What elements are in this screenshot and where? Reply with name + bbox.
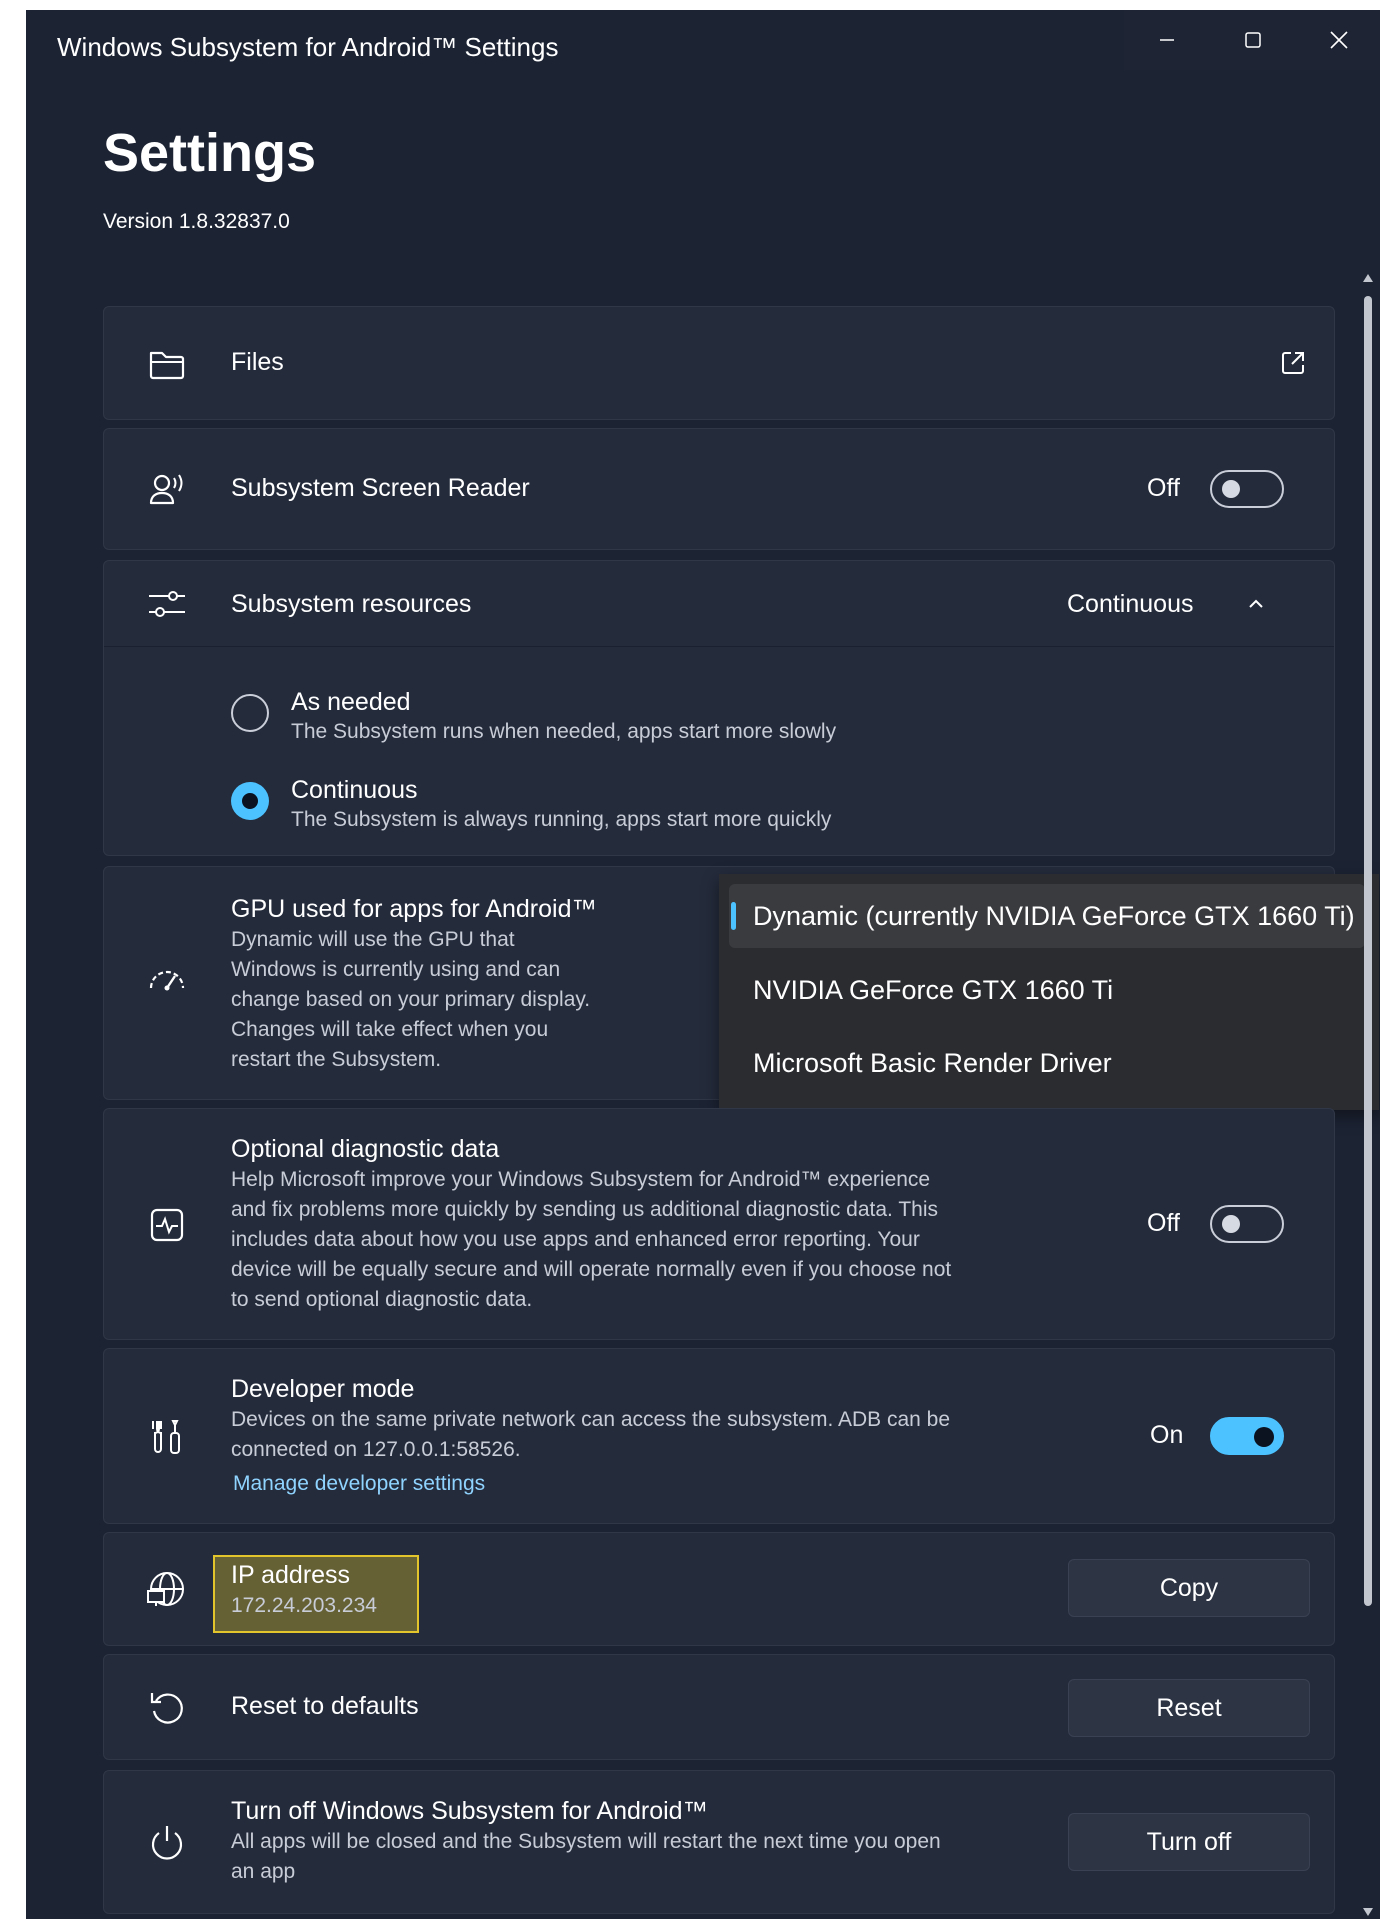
title-bar: Windows Subsystem for Android™ Settings xyxy=(26,10,1380,80)
resources-header[interactable]: Subsystem resources Continuous xyxy=(104,561,1334,647)
chevron-up-icon[interactable] xyxy=(1246,594,1266,614)
files-label: Files xyxy=(231,348,284,376)
gpu-dropdown-menu: Dynamic (currently NVIDIA GeForce GTX 16… xyxy=(719,874,1379,1110)
reset-card: Reset to defaults Reset xyxy=(103,1654,1335,1760)
vertical-scrollbar[interactable] xyxy=(1361,270,1375,1919)
window-controls xyxy=(1124,10,1380,70)
ip-card: IP address 172.24.203.234 Copy xyxy=(103,1532,1335,1646)
close-button[interactable] xyxy=(1296,10,1380,70)
resources-card: Subsystem resources Continuous As needed… xyxy=(103,560,1335,856)
diagnostics-state: Off xyxy=(1147,1209,1180,1237)
copy-button[interactable]: Copy xyxy=(1068,1559,1310,1617)
maximize-button[interactable] xyxy=(1210,10,1296,70)
screen-reader-toggle[interactable] xyxy=(1210,470,1284,508)
resources-value: Continuous xyxy=(1067,590,1194,618)
globe-network-icon xyxy=(147,1569,187,1609)
radio-title: As needed xyxy=(291,688,411,716)
gpu-option-gtx-1660[interactable]: NVIDIA GeForce GTX 1660 Ti xyxy=(729,958,1365,1022)
gpu-option-basic-render[interactable]: Microsoft Basic Render Driver xyxy=(729,1031,1365,1095)
developer-state: On xyxy=(1150,1421,1184,1449)
screen-reader-label: Subsystem Screen Reader xyxy=(231,474,530,502)
screen-reader-state: Off xyxy=(1147,474,1180,502)
turn-off-card: Turn off Windows Subsystem for Android™ … xyxy=(103,1770,1335,1914)
scroll-up-arrow-icon[interactable] xyxy=(1361,270,1375,286)
turn-off-label: Turn off Windows Subsystem for Android™ xyxy=(231,1797,708,1825)
resources-label: Subsystem resources xyxy=(231,590,472,618)
gpu-card: GPU used for apps for Android™ Dynamic w… xyxy=(103,866,1379,1110)
minimize-button[interactable] xyxy=(1124,10,1210,70)
tools-icon xyxy=(147,1417,187,1457)
developer-card: Developer mode Devices on the same priva… xyxy=(103,1348,1335,1524)
turn-off-description: All apps will be closed and the Subsyste… xyxy=(231,1830,941,1883)
screen-reader-card: Subsystem Screen Reader Off xyxy=(103,428,1335,550)
open-external-icon[interactable] xyxy=(1278,348,1308,378)
radio-description: The Subsystem is always running, apps st… xyxy=(291,808,832,831)
close-icon xyxy=(1330,31,1348,49)
minimize-icon xyxy=(1160,39,1174,41)
radio-title: Continuous xyxy=(291,776,418,804)
scrollbar-thumb[interactable] xyxy=(1364,296,1372,1606)
files-card[interactable]: Files xyxy=(103,306,1335,420)
radio-description: The Subsystem runs when needed, apps sta… xyxy=(291,720,837,743)
reset-icon xyxy=(147,1688,187,1728)
diagnostics-label: Optional diagnostic data xyxy=(231,1135,500,1163)
folder-icon xyxy=(147,344,187,384)
gpu-option-dynamic[interactable]: Dynamic (currently NVIDIA GeForce GTX 16… xyxy=(729,884,1365,948)
diagnostics-toggle[interactable] xyxy=(1210,1205,1284,1243)
activity-icon xyxy=(147,1205,187,1245)
gpu-label: GPU used for apps for Android™ xyxy=(231,895,597,923)
settings-window: Windows Subsystem for Android™ Settings … xyxy=(26,10,1380,1919)
diagnostics-description: Help Microsoft improve your Windows Subs… xyxy=(231,1168,952,1311)
gauge-icon xyxy=(147,964,187,1004)
radio-button[interactable] xyxy=(231,782,269,820)
screen-reader-icon xyxy=(147,470,187,510)
turn-off-button[interactable]: Turn off xyxy=(1068,1813,1310,1871)
version-text: Version 1.8.32837.0 xyxy=(103,210,290,233)
manage-developer-settings-link[interactable]: Manage developer settings xyxy=(233,1469,485,1499)
diagnostics-card: Optional diagnostic data Help Microsoft … xyxy=(103,1108,1335,1340)
scroll-down-arrow-icon[interactable] xyxy=(1361,1904,1375,1919)
gpu-description: Dynamic will use the GPU that Windows is… xyxy=(231,928,591,1071)
ip-value: 172.24.203.234 xyxy=(231,1594,377,1617)
power-icon xyxy=(147,1823,187,1863)
developer-label: Developer mode xyxy=(231,1375,415,1403)
sliders-icon xyxy=(147,584,187,624)
developer-description: Devices on the same private network can … xyxy=(231,1408,951,1461)
reset-label: Reset to defaults xyxy=(231,1692,419,1720)
window-title: Windows Subsystem for Android™ Settings xyxy=(57,32,559,62)
page-title: Settings xyxy=(103,123,317,183)
developer-toggle[interactable] xyxy=(1210,1417,1284,1455)
maximize-icon xyxy=(1245,32,1261,48)
reset-button[interactable]: Reset xyxy=(1068,1679,1310,1737)
ip-label: IP address xyxy=(231,1561,351,1589)
radio-button[interactable] xyxy=(231,694,269,732)
